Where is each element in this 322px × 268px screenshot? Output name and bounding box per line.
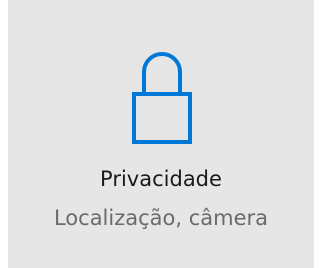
privacy-settings-tile[interactable]: Privacidade Localização, câmera: [8, 0, 314, 268]
lock-icon: [132, 46, 192, 146]
tile-subtitle: Localização, câmera: [53, 206, 269, 230]
tile-title: Privacidade: [100, 167, 222, 191]
